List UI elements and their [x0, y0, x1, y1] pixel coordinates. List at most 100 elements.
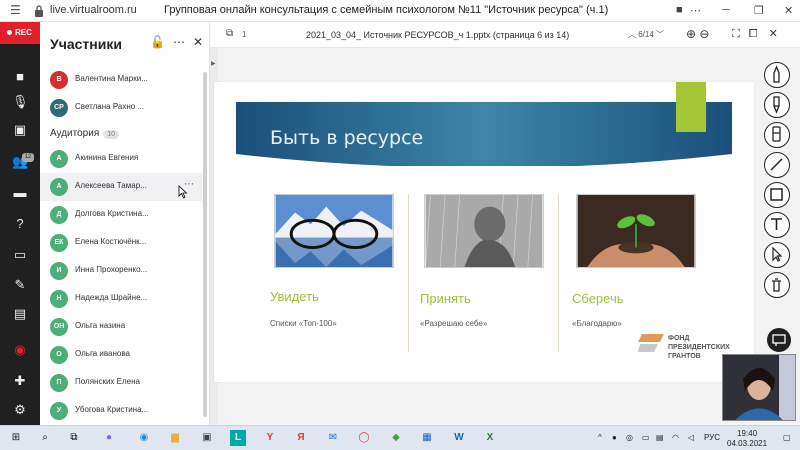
line-tool-button[interactable]	[764, 152, 790, 178]
pointer-tool-button[interactable]	[764, 242, 790, 268]
alice-assistant-icon[interactable]: ●	[101, 430, 117, 446]
participant-row[interactable]: СР Светлана Рахно ...	[40, 94, 202, 122]
fit-screen-icon[interactable]: ⛶	[732, 28, 740, 40]
camera-nav-icon[interactable]: ■	[12, 69, 28, 85]
battery-icon[interactable]: ▭	[642, 433, 650, 442]
wifi-icon[interactable]: ◠	[672, 433, 679, 442]
participant-row[interactable]: А Акинина Евгения	[40, 145, 202, 173]
rectangle-icon	[770, 188, 783, 201]
close-doc-icon[interactable]: ✕	[769, 28, 778, 40]
participant-row[interactable]: В Валентина Марки...	[40, 66, 202, 94]
word-icon[interactable]: W	[451, 430, 467, 446]
page-pager[interactable]: ︿ 6/14 ﹀	[628, 29, 664, 40]
file-explorer-icon[interactable]: ▆	[167, 430, 183, 446]
participant-row[interactable]: О Ольга иванова	[40, 341, 202, 369]
unlock-icon[interactable]: 🔓	[150, 35, 165, 49]
participant-name: Елена Костючёнк...	[75, 237, 147, 246]
more-icon[interactable]: ⋯	[690, 4, 701, 17]
chevron-down-icon[interactable]: ﹀	[656, 30, 664, 39]
zoom-in-icon[interactable]: ⊕	[686, 27, 696, 41]
fund-logo: ФОНД ПРЕЗИДЕНТСКИХ ГРАНТОВ	[638, 334, 730, 361]
column-subtitle-1: Списки «Топ-100»	[270, 319, 337, 328]
rec-button[interactable]: REC	[0, 22, 40, 44]
participant-row[interactable]: И Инна Прохоренко...	[40, 257, 202, 285]
minimize-icon[interactable]: ─	[722, 4, 730, 16]
crop-icon[interactable]: ⧠	[749, 28, 758, 40]
chevron-up-icon[interactable]: ︿	[628, 30, 636, 39]
more-options-icon[interactable]: ⋯	[173, 35, 185, 49]
green-accent-block	[676, 82, 706, 132]
edge-browser-icon[interactable]: ◉	[136, 430, 152, 446]
question-icon[interactable]: ?	[12, 216, 28, 232]
column-title-3: Сберечь	[572, 291, 624, 306]
video-tile[interactable]	[722, 354, 796, 421]
settings-gear-icon[interactable]: ⚙	[12, 402, 28, 418]
column-subtitle-2: «Разрешаю себе»	[420, 319, 488, 328]
add-user-icon[interactable]: ✚	[12, 373, 28, 389]
pen-icon[interactable]: ✎	[12, 277, 28, 293]
tray-chevron-icon[interactable]: ^	[598, 433, 602, 442]
page-number: 1	[242, 30, 247, 39]
text-tool-button[interactable]	[764, 212, 790, 238]
rain-photo	[424, 194, 544, 268]
presenter-chat-button[interactable]	[767, 328, 791, 352]
mouse-cursor-icon	[178, 185, 188, 199]
language-indicator[interactable]: РУС	[704, 433, 720, 442]
chat-icon[interactable]: ▬	[12, 185, 28, 201]
participant-row[interactable]: П Полянских Елена	[40, 369, 202, 397]
slide-title: Быть в ресурсе	[270, 127, 424, 149]
highlighter-tool-button[interactable]	[764, 122, 790, 148]
column-divider-1	[408, 194, 409, 352]
yandex-y-icon[interactable]: Y	[262, 430, 278, 446]
l-app-icon[interactable]: L	[230, 430, 246, 446]
participant-row[interactable]: ЕК Елена Костючёнк...	[40, 229, 202, 257]
rectangle-tool-button[interactable]	[764, 182, 790, 208]
tray-sync-icon[interactable]: ◎	[626, 433, 633, 442]
user-card-icon[interactable]: ▣	[12, 122, 28, 138]
microphone-icon[interactable]: 🎙	[12, 94, 29, 110]
marker-tool-button[interactable]	[764, 62, 790, 88]
store-icon[interactable]: ▣	[199, 430, 215, 446]
panel-scrollbar[interactable]	[203, 72, 207, 417]
excel-icon[interactable]: X	[482, 430, 498, 446]
app-icon-green[interactable]: ◆	[388, 430, 404, 446]
participant-name: Алексеева Тамар...	[75, 181, 147, 190]
windows-start-icon[interactable]: ⊞	[8, 430, 24, 446]
photos-icon[interactable]: ▦	[419, 430, 435, 446]
panel-title: Участники	[50, 36, 122, 52]
participant-row[interactable]: Н Надежда Шрайне...	[40, 285, 202, 313]
close-window-icon[interactable]: ✕	[784, 4, 793, 17]
delete-tool-button[interactable]	[764, 272, 790, 298]
opera-icon[interactable]: ◯	[356, 430, 372, 446]
task-view-icon[interactable]: ⧉	[66, 430, 82, 446]
participant-row[interactable]: У Убогова Кристина...	[40, 397, 202, 425]
avatar: А	[50, 178, 68, 196]
avatar: И	[50, 262, 68, 280]
yandex-browser-icon[interactable]: Я	[293, 430, 309, 446]
search-icon[interactable]: ⌕	[37, 430, 53, 446]
network-icon[interactable]: ▤	[656, 433, 664, 442]
tray-app-icon[interactable]: ●	[612, 433, 617, 442]
volume-icon[interactable]: ◁	[688, 433, 694, 442]
chat-bubble-icon	[772, 334, 786, 346]
audience-section-label: Аудитория 10	[50, 128, 120, 139]
mail-icon[interactable]: ✉	[325, 430, 341, 446]
pages-icon[interactable]: ⧉	[226, 28, 233, 39]
file-name: 2021_03_04_ Источник РЕСУРСОВ_ч 1.pptx (…	[306, 30, 570, 40]
screen-share-icon[interactable]: ▭	[12, 247, 28, 263]
record-icon[interactable]: ◉	[12, 342, 28, 358]
participant-row[interactable]: Д Долгова Кристина...	[40, 201, 202, 229]
participant-name: Инна Прохоренко...	[75, 265, 148, 274]
camera-icon[interactable]: ■	[676, 4, 683, 16]
participant-row[interactable]: ОН Ольга назина	[40, 313, 202, 341]
brush-tool-button[interactable]	[764, 92, 790, 118]
notifications-icon[interactable]: ▢	[783, 433, 791, 442]
zoom-out-icon[interactable]: ⊖	[699, 27, 709, 41]
maximize-icon[interactable]: ❐	[754, 4, 764, 17]
document-icon[interactable]: ▤	[12, 306, 28, 322]
close-panel-icon[interactable]: ✕	[193, 35, 203, 49]
expand-arrow-icon[interactable]: ▶	[211, 60, 216, 67]
menu-icon[interactable]: ☰	[10, 3, 21, 17]
clock[interactable]: 19:40 04.03.2021	[727, 429, 767, 449]
avatar: П	[50, 374, 68, 392]
